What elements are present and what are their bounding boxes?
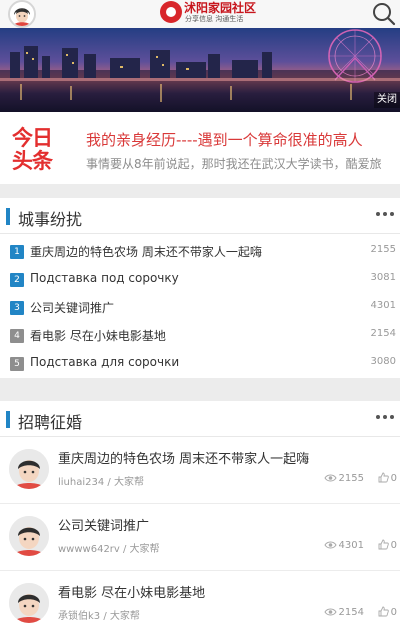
thumbs-up-icon (378, 472, 389, 483)
like-button[interactable]: 0 (378, 472, 397, 484)
search-icon[interactable] (370, 0, 396, 28)
thumbs-up-icon (378, 606, 389, 617)
rank-badge: 3 (10, 301, 24, 315)
post-views: 2155 (323, 473, 364, 484)
post-item[interactable]: 看电影 尽在小妹电影基地 承锁伯k3 / 大家帮 2154 0 (0, 572, 400, 627)
eye-icon (323, 541, 337, 549)
section-header: 城事纷扰 (0, 198, 400, 234)
list-item-count: 3080 (370, 356, 396, 367)
eye-icon (323, 608, 337, 616)
toutiao-logo-icon: 今日 头条 (10, 123, 72, 173)
post-item[interactable]: 公司关键词推广 wwww642rv / 大家帮 4301 0 (0, 505, 400, 571)
post-likes-count: 0 (390, 607, 397, 618)
ranked-list-item[interactable]: 5 Подставка для сорочки 3080 (0, 351, 400, 379)
rank-badge: 1 (10, 245, 24, 259)
list-item-title: 重庆周边的特色农场 周末还不带家人一起嗨 (30, 245, 262, 259)
site-logo[interactable]: 沭阳家园社区 分享信息 沟通生活 (160, 0, 256, 28)
city-night-scene-image (0, 29, 400, 112)
thumbs-up-icon (378, 539, 389, 550)
ranked-list-item[interactable]: 4 看电影 尽在小妹电影基地 2154 (0, 323, 400, 351)
ranked-list-item[interactable]: 3 公司关键词推广 4301 (0, 295, 400, 323)
ad-logo-line2: 头条 (12, 149, 53, 173)
page: 沭阳家园社区 分享信息 沟通生活 关闭 今日 头条 我的亲身经历----遇到一个… (0, 0, 400, 627)
rank-badge: 5 (10, 357, 24, 371)
post-title: 重庆周边的特色农场 周末还不带家人一起嗨 (58, 452, 310, 467)
eye-icon (323, 474, 337, 482)
post-views: 2154 (323, 607, 364, 618)
section-header: 招聘征婚 (0, 401, 400, 437)
avatar-icon (9, 449, 49, 489)
logo-slogan: 分享信息 沟通生活 (185, 15, 244, 23)
post-likes-count: 0 (390, 540, 397, 551)
toutiao-ad-card[interactable]: 今日 头条 我的亲身经历----遇到一个算命很准的高人 事情要从8年前说起，那时… (0, 112, 400, 184)
banner-close-button[interactable]: 关闭 (374, 92, 400, 108)
top-bar: 沭阳家园社区 分享信息 沟通生活 (0, 0, 400, 28)
section-accent-bar (6, 411, 10, 428)
rank-badge: 2 (10, 273, 24, 287)
post-views-count: 2155 (338, 473, 364, 484)
post-author: 承锁伯k3 / 大家帮 (58, 611, 140, 622)
section-title: 招聘征婚 (18, 413, 83, 432)
post-item[interactable]: 重庆周边的特色农场 周末还不带家人一起嗨 liuhai234 / 大家帮 215… (0, 438, 400, 504)
avatar-icon (9, 583, 49, 623)
jobs-marriage-section: 招聘征婚 重庆周边的特色农场 周末还不带家人一起嗨 liuhai234 / 大家… (0, 401, 400, 627)
list-item-count: 4301 (370, 300, 396, 311)
post-likes-count: 0 (390, 473, 397, 484)
post-views: 4301 (323, 540, 364, 551)
rank-badge: 4 (10, 329, 24, 343)
like-button[interactable]: 0 (378, 606, 397, 618)
post-title: 公司关键词推广 (58, 519, 150, 534)
post-views-count: 4301 (338, 540, 364, 551)
list-item-title: 公司关键词推广 (30, 301, 115, 315)
list-item-title: 看电影 尽在小妹电影基地 (30, 329, 166, 343)
post-author: wwww642rv / 大家帮 (58, 544, 160, 555)
list-item-title: Подставка для сорочки (30, 355, 180, 369)
city-news-section: 城事纷扰 1 重庆周边的特色农场 周末还不带家人一起嗨 2155 2 Подст… (0, 198, 400, 378)
post-title: 看电影 尽在小妹电影基地 (58, 586, 206, 601)
more-icon[interactable] (376, 409, 396, 425)
post-views-count: 2154 (338, 607, 364, 618)
list-item-count: 2155 (370, 244, 396, 255)
post-author: liuhai234 / 大家帮 (58, 477, 144, 488)
section-accent-bar (6, 208, 10, 225)
avatar-icon (9, 516, 49, 556)
like-button[interactable]: 0 (378, 539, 397, 551)
ranked-list-item[interactable]: 2 Подставка под сорочку 3081 (0, 267, 400, 295)
list-item-title: Подставка под сорочку (30, 271, 179, 285)
ad-description: 事情要从8年前说起，那时我还在武汉大学读书，酷爱旅 (86, 157, 382, 171)
ranked-list-item[interactable]: 1 重庆周边的特色农场 周末还不带家人一起嗨 2155 (0, 239, 400, 267)
list-item-count: 2154 (370, 328, 396, 339)
section-title: 城事纷扰 (18, 210, 83, 229)
user-avatar-icon[interactable] (8, 0, 36, 28)
site-logo-icon (160, 1, 182, 23)
more-icon[interactable] (376, 206, 396, 222)
banner-image[interactable]: 关闭 (0, 28, 400, 112)
ad-title: 我的亲身经历----遇到一个算命很准的高人 (86, 131, 363, 149)
list-item-count: 3081 (370, 272, 396, 283)
